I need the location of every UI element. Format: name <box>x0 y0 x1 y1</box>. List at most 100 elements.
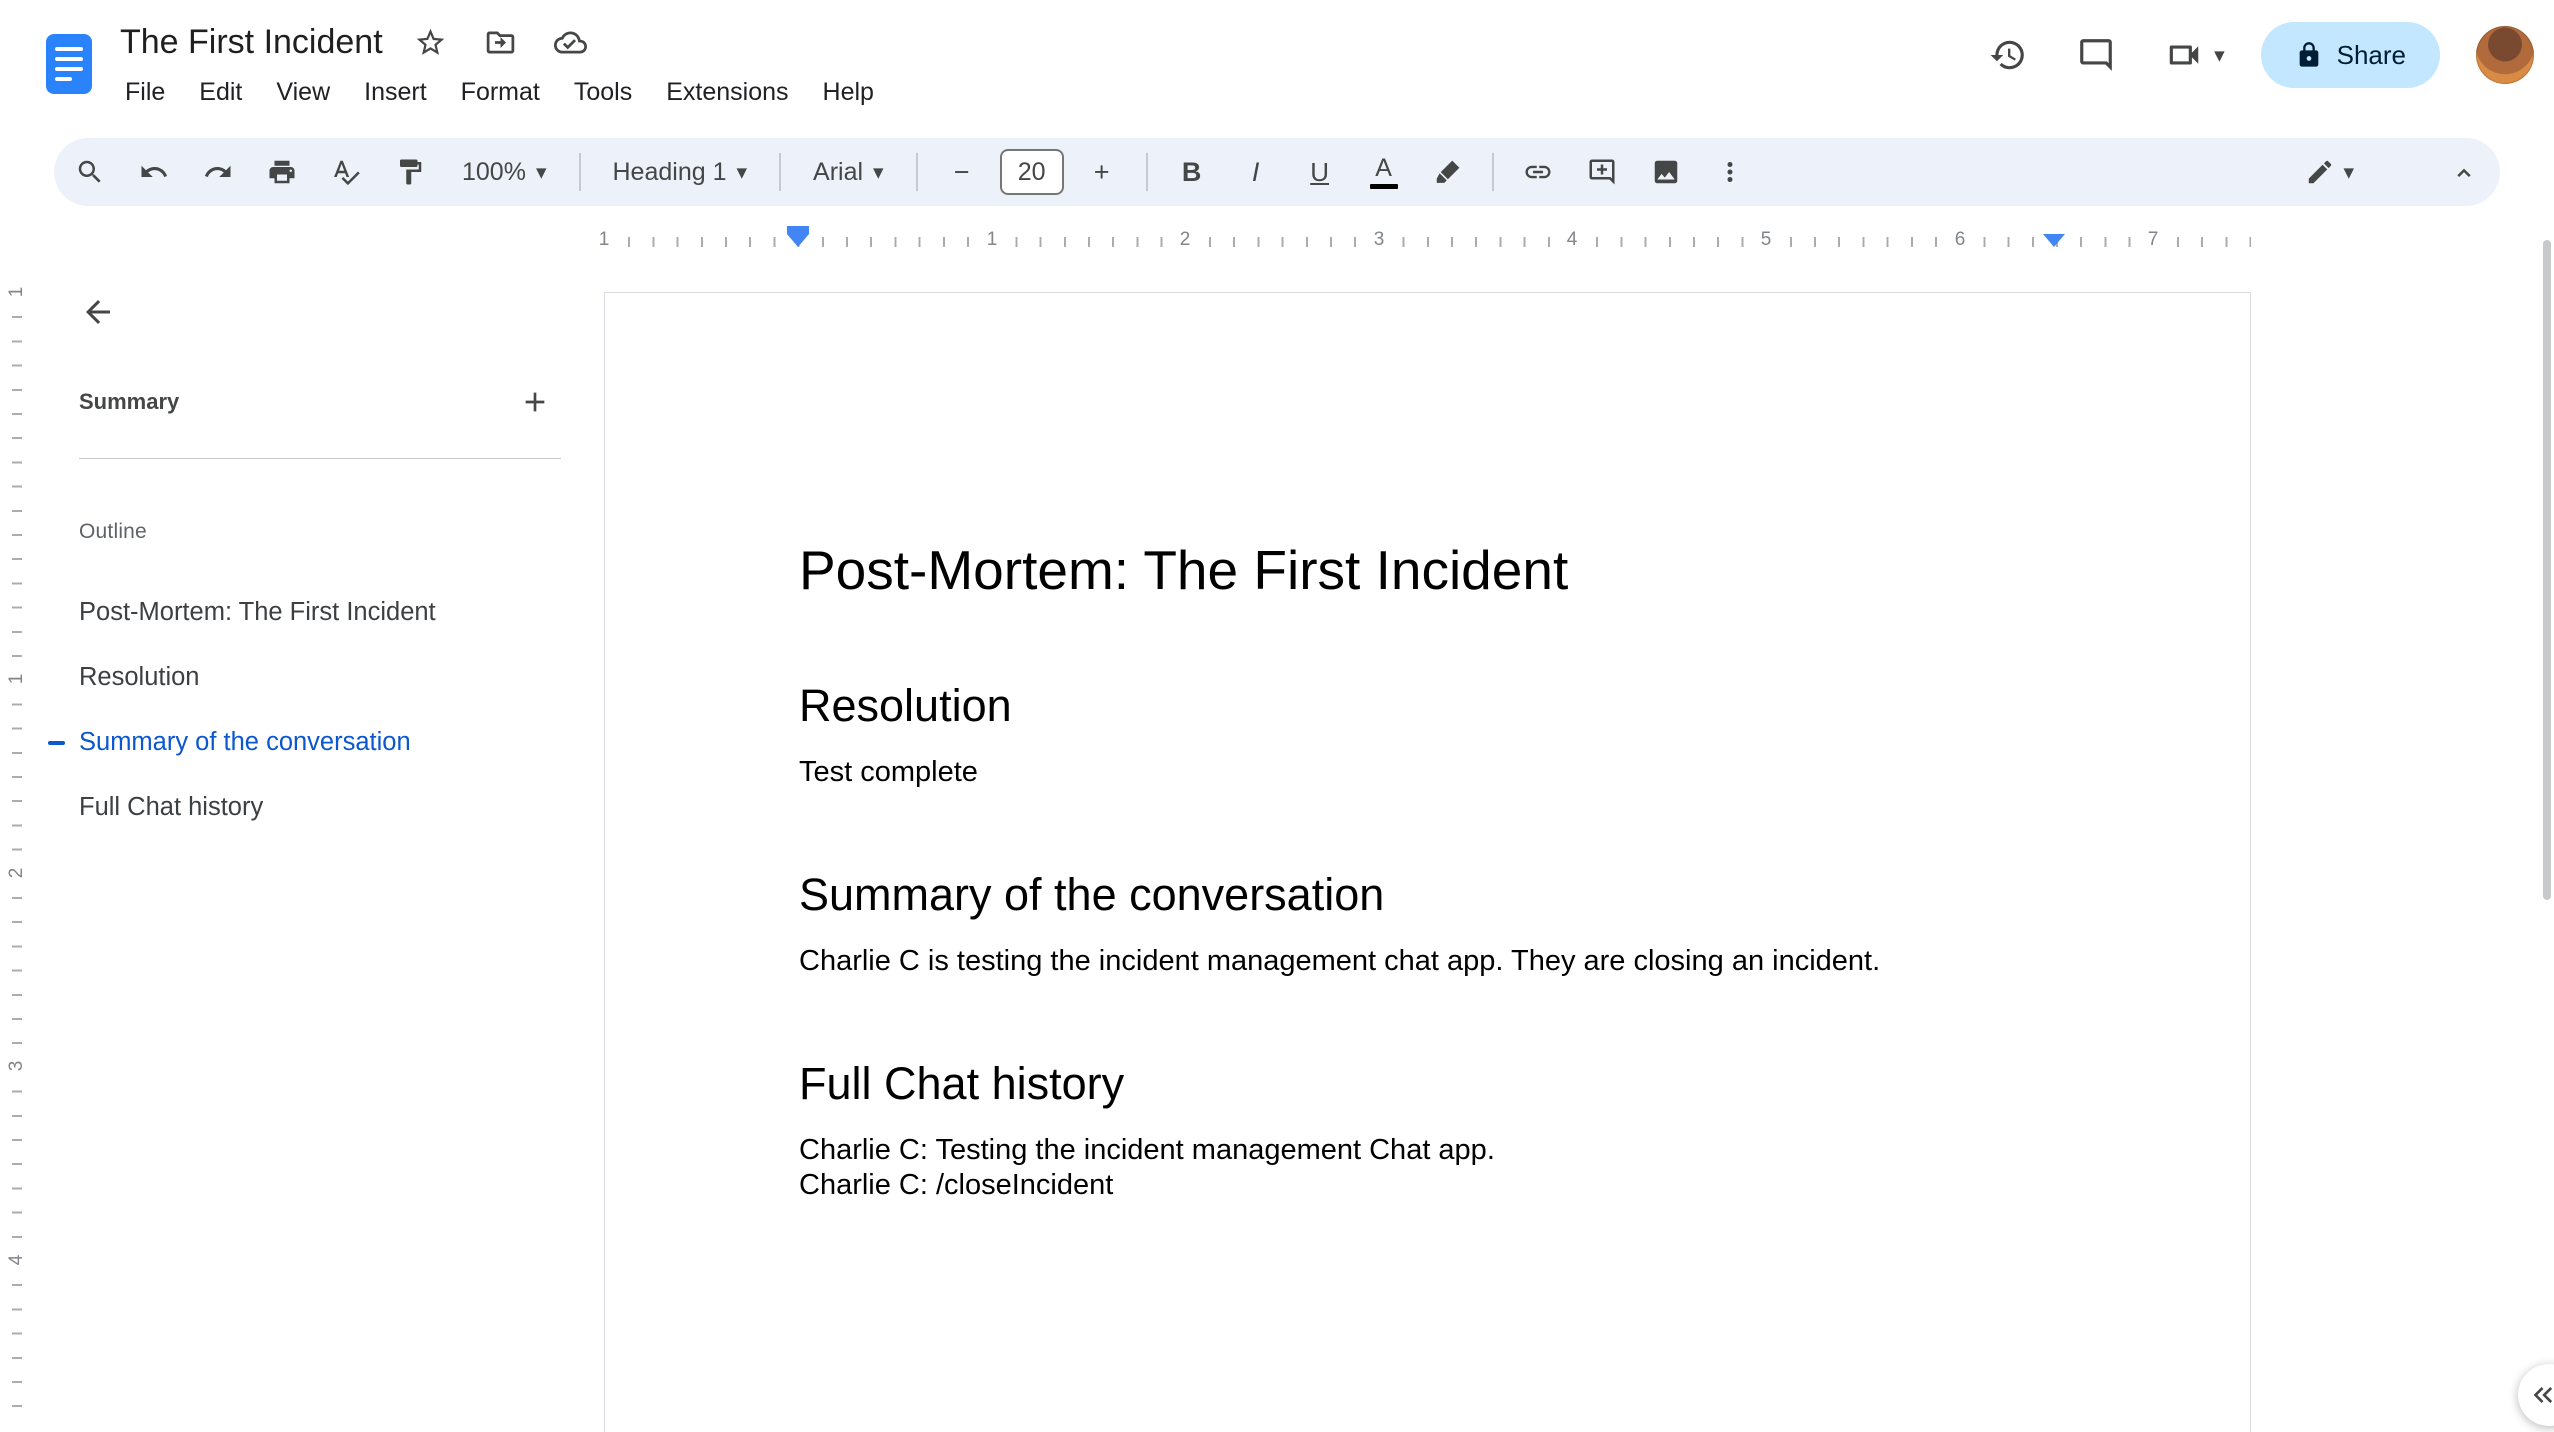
font-size-input[interactable]: 20 <box>999 149 1064 195</box>
doc-paragraph[interactable]: Charlie C: /closeIncident <box>799 1168 2056 1203</box>
chevron-down-icon: ▾ <box>736 160 748 184</box>
outline-item-post-mortem[interactable]: Post-Mortem: The First Incident <box>34 580 604 645</box>
insert-link-button[interactable] <box>1512 146 1564 198</box>
summary-row: Summary <box>79 374 559 430</box>
doc-paragraph[interactable]: Charlie C: Testing the incident manageme… <box>799 1133 2056 1168</box>
collapse-toolbar-button[interactable] <box>2438 146 2490 198</box>
toolbar-divider <box>915 153 918 191</box>
star-icon <box>414 26 447 59</box>
outline-item-summary-of-conversation[interactable]: Summary of the conversation <box>34 710 604 775</box>
doc-heading-full-chat-history[interactable]: Full Chat history <box>799 1059 2056 1109</box>
outline-item-label: Full Chat history <box>79 793 264 821</box>
lock-icon <box>2295 41 2323 69</box>
ruler-number: 6 <box>1948 227 1972 253</box>
spellcheck-icon <box>331 157 361 187</box>
star-button[interactable] <box>409 20 453 64</box>
document-page[interactable]: Post-Mortem: The First Incident Resoluti… <box>604 292 2251 1432</box>
print-button[interactable] <box>256 146 308 198</box>
doc-heading-1[interactable]: Post-Mortem: The First Incident <box>799 539 2056 601</box>
paragraph-styles-select[interactable]: Heading 1 ▾ <box>599 146 762 198</box>
paint-roller-icon <box>395 157 425 187</box>
menu-item-view[interactable]: View <box>259 70 347 114</box>
menu-item-file[interactable]: File <box>108 70 182 114</box>
document-status-button[interactable] <box>549 20 593 64</box>
header-actions: ▾ Share <box>1982 20 2534 90</box>
vertical-scrollbar-thumb[interactable] <box>2543 240 2551 900</box>
font-family-select[interactable]: Arial ▾ <box>799 146 898 198</box>
add-summary-button[interactable] <box>511 378 559 426</box>
menu-item-tools[interactable]: Tools <box>557 70 649 114</box>
decrease-font-size-button[interactable]: − <box>936 146 988 198</box>
close-outline-button[interactable] <box>74 288 122 336</box>
ruler-number: 2 <box>1173 227 1197 253</box>
outline-panel: Summary Outline Post-Mortem: The First I… <box>34 262 604 1429</box>
doc-heading-resolution[interactable]: Resolution <box>799 681 2056 731</box>
account-avatar[interactable] <box>2476 26 2534 84</box>
share-button-label: Share <box>2336 39 2406 70</box>
bold-button[interactable]: B <box>1166 146 1218 198</box>
summary-heading: Summary <box>79 389 180 414</box>
search-menus-button[interactable] <box>64 146 116 198</box>
join-call-button[interactable]: ▾ <box>2158 29 2225 81</box>
show-side-panel-button[interactable] <box>2518 1364 2554 1426</box>
ruler-number: 4 <box>4 1243 30 1277</box>
menu-item-extensions[interactable]: Extensions <box>649 70 805 114</box>
right-indent-marker[interactable] <box>2043 234 2065 247</box>
history-clock-icon <box>1989 36 2027 74</box>
text-color-button[interactable]: A <box>1358 146 1410 198</box>
highlight-color-button[interactable] <box>1422 146 1474 198</box>
menu-item-format[interactable]: Format <box>444 70 557 114</box>
highlighter-icon <box>1433 157 1463 187</box>
move-document-button[interactable] <box>479 20 523 64</box>
doc-paragraph[interactable]: Test complete <box>799 755 2056 790</box>
plus-icon <box>519 386 551 418</box>
text-color-swatch <box>1369 183 1398 189</box>
comment-icon <box>2077 36 2115 74</box>
toolbar: 100% ▾ Heading 1 ▾ Arial ▾ − 20 + B I U … <box>54 138 2500 206</box>
ruler-ticks <box>604 237 2251 247</box>
image-icon <box>1651 157 1681 187</box>
outline-item-full-chat-history[interactable]: Full Chat history <box>34 775 604 840</box>
insert-image-button[interactable] <box>1640 146 1692 198</box>
editing-mode-button[interactable]: ▾ <box>2293 146 2366 198</box>
chevron-up-icon <box>2449 157 2479 187</box>
menu-item-insert[interactable]: Insert <box>347 70 444 114</box>
search-icon <box>75 157 105 187</box>
zoom-select[interactable]: 100% ▾ <box>448 146 561 198</box>
docs-logo-icon[interactable] <box>46 34 92 94</box>
doc-heading-summary[interactable]: Summary of the conversation <box>799 870 2056 920</box>
ruler-number: 1 <box>592 227 616 253</box>
paint-format-button[interactable] <box>384 146 436 198</box>
increase-font-size-button[interactable]: + <box>1076 146 1128 198</box>
chevron-down-icon: ▾ <box>2214 43 2225 67</box>
ruler-number: 3 <box>4 1049 30 1083</box>
document-title[interactable]: The First Incident <box>120 23 383 62</box>
redo-button[interactable] <box>192 146 244 198</box>
add-comment-icon <box>1587 157 1617 187</box>
spellcheck-button[interactable] <box>320 146 372 198</box>
link-icon <box>1523 157 1553 187</box>
styles-value: Heading 1 <box>612 157 727 186</box>
left-indent-marker[interactable] <box>787 226 809 247</box>
menu-bar: File Edit View Insert Format Tools Exten… <box>108 70 891 114</box>
undo-button[interactable] <box>128 146 180 198</box>
add-comment-button[interactable] <box>1576 146 1628 198</box>
ruler-number: 1 <box>980 227 1004 253</box>
toolbar-divider <box>578 153 581 191</box>
version-history-button[interactable] <box>1982 29 2034 81</box>
outline-item-resolution[interactable]: Resolution <box>34 645 604 710</box>
open-comments-button[interactable] <box>2070 29 2122 81</box>
italic-button[interactable]: I <box>1230 146 1282 198</box>
title-row: The First Incident <box>120 16 593 68</box>
doc-paragraph[interactable]: Charlie C is testing the incident manage… <box>799 944 2056 979</box>
underline-button[interactable]: U <box>1294 146 1346 198</box>
pencil-icon <box>2305 157 2335 187</box>
more-toolbar-options-button[interactable] <box>1704 146 1756 198</box>
menu-item-edit[interactable]: Edit <box>182 70 259 114</box>
share-button[interactable]: Share <box>2260 22 2440 88</box>
font-value: Arial <box>813 157 864 186</box>
toolbar-divider <box>1145 153 1148 191</box>
outline-heading: Outline <box>79 520 147 543</box>
menu-item-help[interactable]: Help <box>806 70 891 114</box>
redo-icon <box>203 157 233 187</box>
